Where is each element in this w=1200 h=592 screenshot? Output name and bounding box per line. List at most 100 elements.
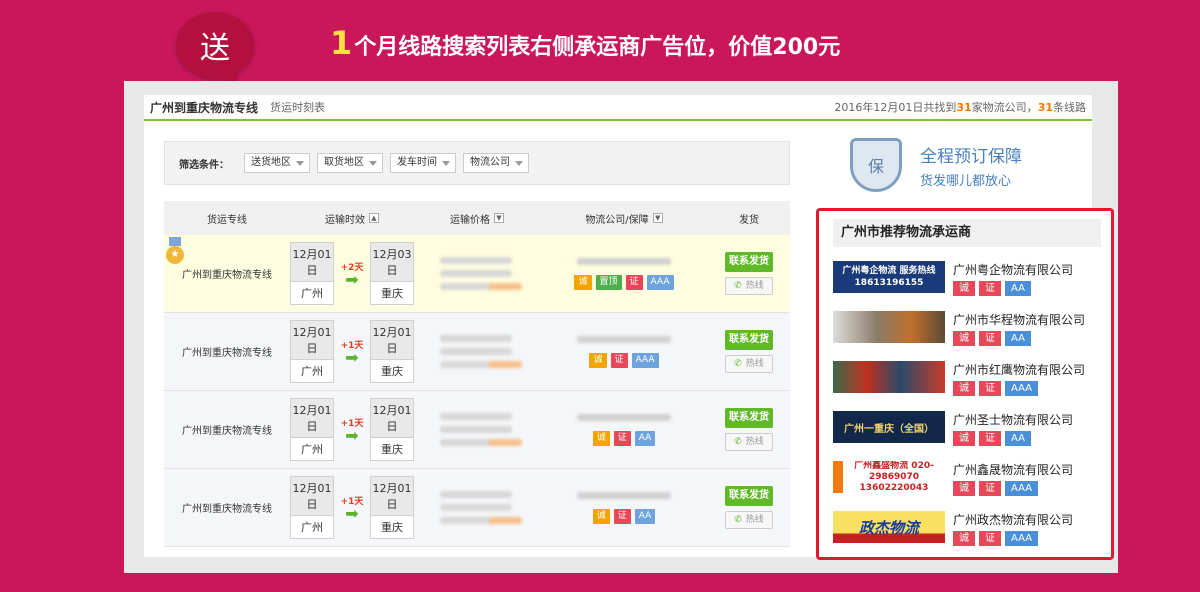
table-row[interactable]: 广州到重庆物流专线 12月01日 广州 +1天 ➡ 12月01日 重庆 诚 证 AA — [164, 391, 790, 469]
certified-badge: 证 — [979, 481, 1001, 496]
row-dates: 12月01日 广州 +1天 ➡ 12月01日 重庆 — [290, 320, 414, 383]
header-company[interactable]: 物流公司/保障 ▼ — [540, 211, 708, 226]
depart-date: 12月01日 — [290, 398, 335, 438]
carrier-item[interactable]: 广州鑫盛物流 020-29869070 13602220043 广州鑫晟物流有限… — [833, 461, 1101, 497]
header-route-label: 货运专线 — [207, 214, 247, 226]
carrier-item[interactable]: 政杰物流 广州政杰物流有限公司 诚证 AAA — [833, 511, 1101, 547]
hotline-label: 热线 — [745, 515, 764, 525]
shield-icon-char: 保 — [867, 157, 884, 176]
carrier-name[interactable]: 广州圣士物流有限公司 — [953, 411, 1073, 428]
carrier-photo[interactable] — [833, 311, 945, 343]
carrier-item[interactable]: 广州一重庆（全国） 广州圣士物流有限公司 诚证 AA — [833, 411, 1101, 447]
header-duration[interactable]: 运输时效 ▲ — [290, 211, 414, 226]
summary-mid: 家物流公司， — [971, 101, 1038, 114]
arrive-date: 12月01日 — [369, 320, 414, 360]
hotline-button[interactable]: ✆ 热线 — [725, 511, 773, 529]
filter-company-dropdown[interactable]: 物流公司 — [463, 153, 529, 173]
carrier-name[interactable]: 广州市华程物流有限公司 — [953, 311, 1085, 328]
sort-down-icon[interactable]: ▼ — [652, 213, 663, 223]
contact-ship-button[interactable]: 联系发货 — [725, 486, 773, 506]
header-price[interactable]: 运输价格 ▼ — [414, 211, 540, 226]
arrow-right-icon: ➡ — [345, 270, 359, 289]
sort-up-icon[interactable]: ▲ — [369, 213, 379, 223]
company-name-blurred — [577, 413, 671, 421]
company-cell: 诚 证 AA — [540, 413, 708, 446]
carrier-name[interactable]: 广州政杰物流有限公司 — [953, 511, 1073, 528]
sort-down-icon[interactable]: ▼ — [494, 213, 504, 223]
hotline-label: 热线 — [745, 281, 764, 291]
carrier-logo[interactable]: 广州鑫盛物流 020-29869070 13602220043 — [833, 461, 945, 493]
certified-badge: 证 — [979, 381, 1001, 396]
depart-date: 12月01日 — [290, 476, 335, 516]
price-blurred — [414, 485, 540, 530]
certified-badge: 证 — [979, 431, 1001, 446]
table-row[interactable]: 广州到重庆物流专线 12月01日 广州 +1天 ➡ 12月01日 重庆 诚 证 AA — [164, 469, 790, 547]
integrity-badge: 诚 — [592, 508, 610, 524]
carrier-item[interactable]: 广州市红鹰物流有限公司 诚证 AAA — [833, 361, 1101, 397]
row-route[interactable]: 广州到重庆物流专线 — [164, 500, 290, 515]
carrier-logo[interactable]: 政杰物流 — [833, 511, 945, 543]
table-row[interactable]: ★ 广州到重庆物流专线 12月01日 广州 +2天 ➡ 12月03日 重庆 诚 置顶 … — [164, 235, 790, 313]
price-blurred — [414, 329, 540, 374]
carrier-name[interactable]: 广州鑫晟物流有限公司 — [953, 461, 1073, 478]
contact-ship-button[interactable]: 联系发货 — [725, 408, 773, 428]
sidebar-title: 广州市推荐物流承运商 — [833, 219, 1101, 247]
row-route[interactable]: 广州到重庆物流专线 — [164, 266, 290, 281]
integrity-badge: 诚 — [574, 274, 592, 290]
carrier-item[interactable]: 广州粤企物流 服务热线 18613196155 广州粤企物流有限公司 诚证 AA — [833, 261, 1101, 297]
carrier-name[interactable]: 广州粤企物流有限公司 — [953, 261, 1073, 278]
contact-ship-button[interactable]: 联系发货 — [725, 330, 773, 350]
table-row[interactable]: 广州到重庆物流专线 12月01日 广州 +1天 ➡ 12月01日 重庆 诚 证 AAA — [164, 313, 790, 391]
company-cell: 诚 置顶 证 AAA — [540, 257, 708, 290]
carrier-name[interactable]: 广州市红鹰物流有限公司 — [953, 361, 1085, 378]
arrow-right-icon: ➡ — [345, 504, 359, 523]
rating-badge: AAA — [646, 274, 674, 290]
hotline-button[interactable]: ✆ 热线 — [725, 433, 773, 451]
company-name-blurred — [577, 491, 671, 499]
filter-pickup-area-dropdown[interactable]: 取货地区 — [317, 153, 383, 173]
gift-badge: 送 — [176, 12, 254, 90]
rating-badge: AAA — [1005, 381, 1039, 396]
arrow-right-icon: ➡ — [345, 348, 359, 367]
header-ship-label: 发货 — [739, 214, 759, 226]
rating-badge: AAA — [1005, 531, 1039, 546]
certified-badge: 证 — [979, 531, 1001, 546]
arrive-date: 12月01日 — [369, 398, 414, 438]
header-route: 货运专线 — [164, 211, 290, 226]
depart-city: 广州 — [290, 516, 335, 539]
row-route[interactable]: 广州到重庆物流专线 — [164, 422, 290, 437]
certified-badge: 证 — [613, 508, 631, 524]
results-topbar: 广州到重庆物流专线 货运时刻表 2016年12月01日共找到31家物流公司，31… — [144, 95, 1092, 121]
carrier-photo[interactable] — [833, 361, 945, 393]
filter-label: 筛选条件： — [179, 159, 229, 171]
phone-icon: ✆ — [734, 281, 742, 291]
filter-delivery-area-dropdown[interactable]: 送货地区 — [244, 153, 310, 173]
contact-ship-button[interactable]: 联系发货 — [725, 252, 773, 272]
rating-badge: AA — [1005, 331, 1031, 346]
header-duration-label: 运输时效 — [325, 214, 365, 226]
arrive-city: 重庆 — [369, 438, 414, 461]
rating-badge: AA — [634, 430, 656, 446]
integrity-badge: 诚 — [953, 531, 975, 546]
row-route[interactable]: 广州到重庆物流专线 — [164, 344, 290, 359]
row-dates: 12月01日 广州 +2天 ➡ 12月03日 重庆 — [290, 242, 414, 305]
promo-headline: 1个月线路搜索列表右侧承运商广告位，价值200元 — [330, 24, 840, 62]
route-title: 广州到重庆物流专线 — [150, 100, 259, 115]
guarantee-line1: 全程预订保障 — [920, 146, 1022, 167]
rating-badge: AA — [634, 508, 656, 524]
search-results-page: 广州到重庆物流专线 货运时刻表 2016年12月01日共找到31家物流公司，31… — [144, 95, 1114, 560]
timetable-tab[interactable]: 货运时刻表 — [270, 99, 325, 115]
hotline-label: 热线 — [745, 437, 764, 447]
carrier-logo-text: 广州粤企物流 服务热线 18613196155 — [842, 266, 936, 288]
phone-icon: ✆ — [734, 437, 742, 447]
recommended-carriers-ad: 广州市推荐物流承运商 广州粤企物流 服务热线 18613196155 广州粤企物… — [816, 208, 1114, 560]
carrier-logo[interactable]: 广州粤企物流 服务热线 18613196155 — [833, 261, 945, 293]
top-badge: 置顶 — [595, 274, 622, 290]
carrier-item[interactable]: 广州市华程物流有限公司 诚证 AA — [833, 311, 1101, 347]
hotline-button[interactable]: ✆ 热线 — [725, 277, 773, 295]
carrier-logo[interactable]: 广州一重庆（全国） — [833, 411, 945, 443]
hotline-button[interactable]: ✆ 热线 — [725, 355, 773, 373]
certified-badge: 证 — [613, 430, 631, 446]
gift-badge-text: 送 — [200, 31, 230, 66]
filter-departure-time-dropdown[interactable]: 发车时间 — [390, 153, 456, 173]
